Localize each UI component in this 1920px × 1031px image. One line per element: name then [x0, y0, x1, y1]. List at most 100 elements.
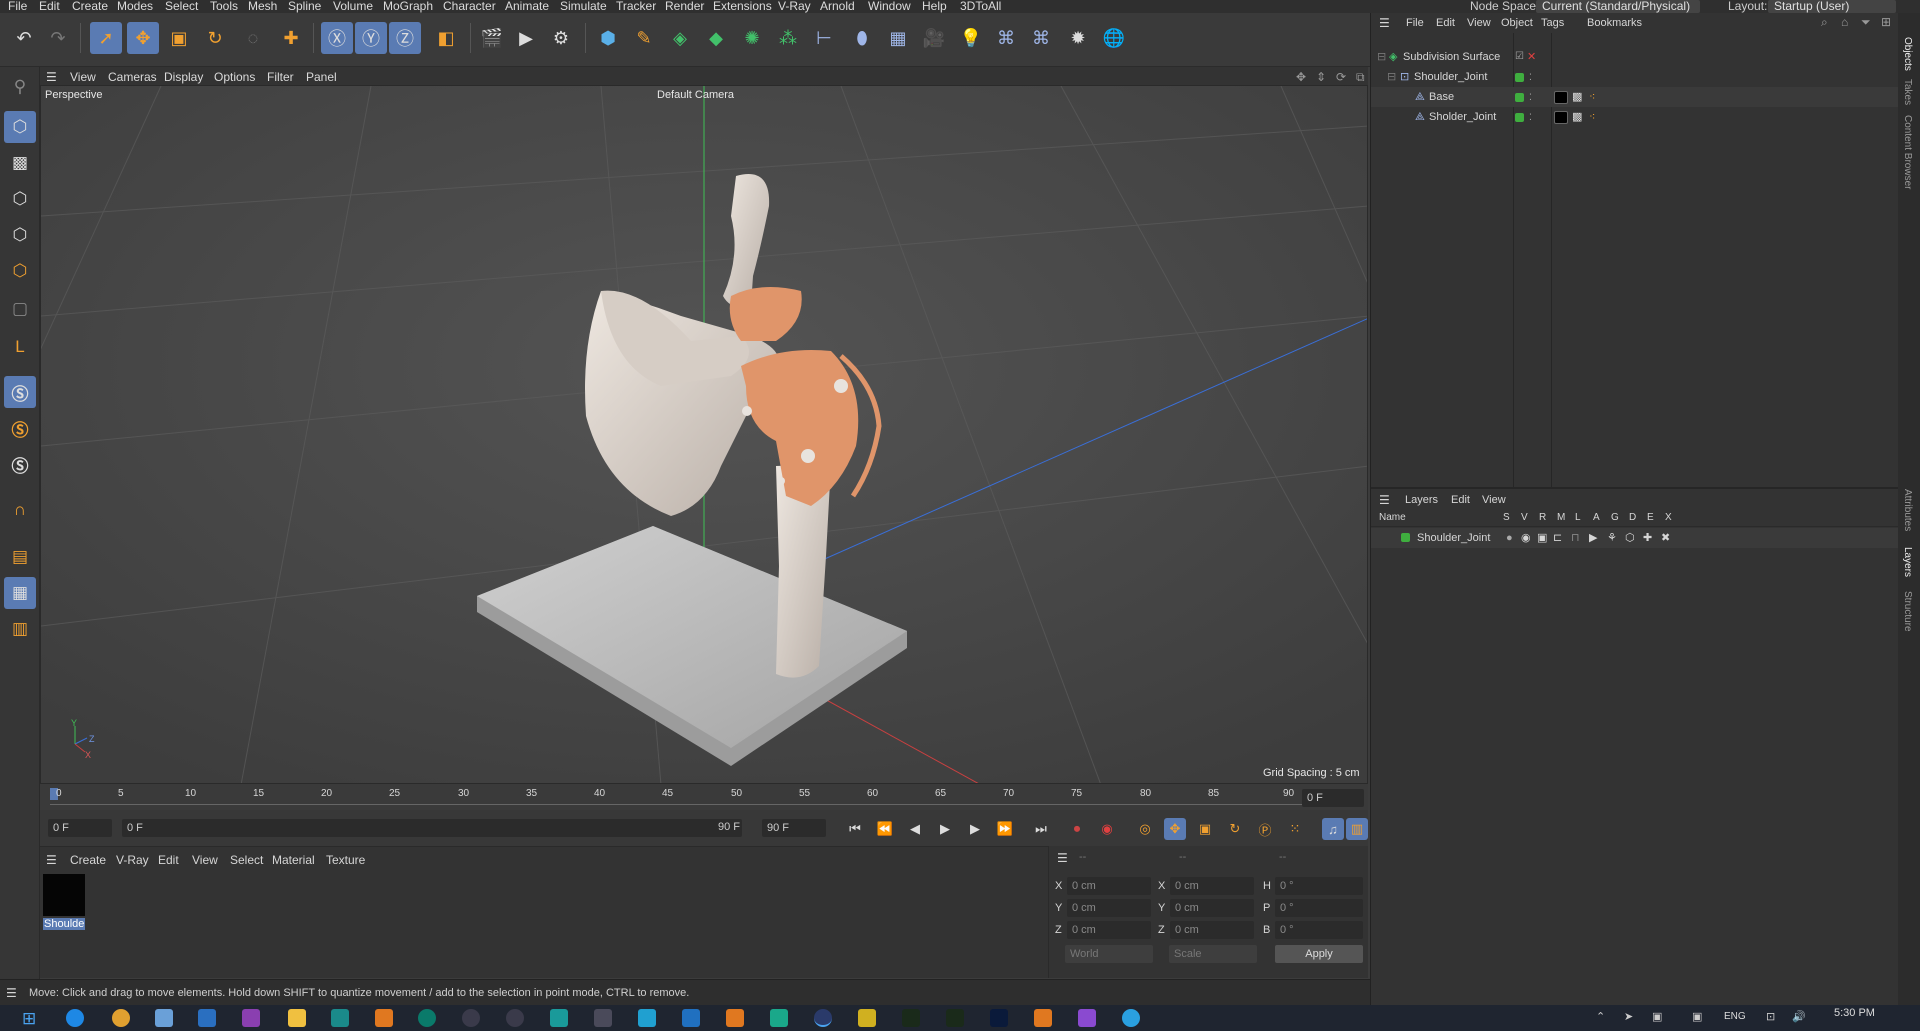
menu-tools[interactable]: Tools — [210, 0, 238, 12]
photoshop-icon[interactable] — [990, 1009, 1008, 1027]
layer-color-swatch[interactable] — [1401, 533, 1410, 542]
play-icon[interactable]: ▶ — [934, 818, 956, 840]
menu-arnold[interactable]: Arnold — [820, 0, 855, 12]
status-menu-icon[interactable]: ☰ — [6, 986, 17, 1000]
material-menu-view[interactable]: View — [192, 853, 218, 867]
menu-volume[interactable]: Volume — [333, 0, 373, 12]
visual-studio-icon[interactable] — [1078, 1009, 1096, 1027]
dimension-icon[interactable] — [946, 1009, 964, 1027]
snap-icon[interactable]: Ⓢ — [4, 376, 36, 408]
cinema4d-icon[interactable] — [506, 1009, 524, 1027]
frame-range-slider[interactable]: 0 F — [122, 819, 742, 837]
chrome-icon[interactable] — [112, 1009, 130, 1027]
axis-mode-icon[interactable]: L — [4, 331, 36, 363]
material-menu-icon[interactable]: ☰ — [46, 853, 57, 867]
clock[interactable]: 5:30 PM — [1834, 1007, 1875, 1019]
undo-icon[interactable]: ↶ — [8, 22, 40, 54]
menu-edit[interactable]: Edit — [39, 0, 60, 12]
field-icon[interactable]: ⬮ — [846, 22, 878, 54]
app-icon[interactable] — [418, 1009, 436, 1027]
coord-size-mode-dropdown[interactable]: Scale — [1169, 945, 1257, 963]
go-to-start-icon[interactable]: ⏮ — [844, 818, 866, 840]
object-name[interactable]: Base — [1429, 87, 1454, 107]
material-menu-create[interactable]: Create — [70, 853, 106, 867]
select-tool-icon[interactable]: ➚ — [90, 22, 122, 54]
subdivision-icon[interactable]: ◈ — [664, 22, 696, 54]
scale-tool-icon[interactable]: ▣ — [163, 22, 195, 54]
object-name[interactable]: Shoulder_Joint — [1414, 67, 1487, 87]
move-tool-icon[interactable]: ✥ — [127, 22, 159, 54]
menu-character[interactable]: Character — [443, 0, 496, 12]
obs-icon[interactable] — [462, 1009, 480, 1027]
layers-menu-icon[interactable]: ☰ — [1379, 493, 1390, 507]
timeline-ruler[interactable]: 0 5 10 15 20 25 30 35 40 45 50 55 60 65 … — [40, 784, 1368, 810]
coord-position-z[interactable]: 0 cm — [1067, 921, 1151, 939]
app-icon[interactable] — [638, 1009, 656, 1027]
autokey-icon[interactable]: ◉ — [1096, 818, 1118, 840]
3d-viewport[interactable]: Perspective Default Camera Grid Spacing … — [40, 85, 1368, 784]
redo-icon[interactable]: ↷ — [42, 22, 74, 54]
x-axis-icon[interactable]: Ⓧ — [321, 22, 353, 54]
layer-locked-icon[interactable]: ⊓ — [1571, 528, 1580, 548]
viewport-maximize-icon[interactable]: ⧉ — [1356, 70, 1365, 85]
viewport-menu-view[interactable]: View — [70, 70, 96, 84]
check-icon[interactable]: ☑ — [1515, 47, 1524, 67]
uv-mode-icon[interactable]: ▢ — [4, 293, 36, 325]
menu-mograph[interactable]: MoGraph — [383, 0, 433, 12]
visibility-dot[interactable] — [1515, 113, 1524, 122]
visibility-dot[interactable] — [1515, 93, 1524, 102]
volume-icon[interactable]: 🔊 — [1792, 1010, 1806, 1023]
blender-icon[interactable] — [726, 1009, 744, 1027]
coord-rotation-h[interactable]: 0 ° — [1275, 877, 1363, 895]
extrude-icon[interactable]: ◆ — [700, 22, 732, 54]
cube-icon[interactable]: ⬢ — [592, 22, 624, 54]
material-menu-vray[interactable]: V-Ray — [116, 853, 149, 867]
search-icon[interactable]: ⌕ — [1821, 15, 1828, 30]
camera-label[interactable]: Default Camera — [657, 89, 734, 101]
new-window-icon[interactable]: ⊞ — [1881, 15, 1891, 29]
material-name[interactable]: Shoulde — [43, 918, 86, 930]
motion-system-icon[interactable]: ♫ — [1322, 818, 1344, 840]
phong-tag-icon[interactable]: ⁖ — [1589, 107, 1595, 127]
objects-menu-tags[interactable]: Tags — [1541, 17, 1564, 29]
tray-app-icon[interactable]: ▣ — [1652, 1010, 1662, 1023]
material-menu-edit[interactable]: Edit — [158, 853, 179, 867]
tab-content-browser[interactable]: Content Browser — [1902, 115, 1913, 189]
phong-tag-icon[interactable]: ⁖ — [1589, 87, 1595, 107]
array-icon[interactable]: ⁂ — [772, 22, 804, 54]
layer-render-icon[interactable]: ▣ — [1537, 528, 1547, 548]
edge-browser-icon[interactable] — [66, 1009, 84, 1027]
rotate-tool-icon[interactable]: ↻ — [199, 22, 231, 54]
layer-generators-icon[interactable]: ⚘ — [1607, 528, 1617, 548]
layer-solo-icon[interactable]: ● — [1506, 528, 1513, 548]
object-row-shoulder-joint[interactable]: ⊟ ⊡ Shoulder_Joint ⁚ — [1371, 67, 1899, 87]
layer-xrefs-icon[interactable]: ✖ — [1661, 528, 1670, 548]
points-mode-icon[interactable]: ⬡ — [4, 183, 36, 215]
objects-menu-object[interactable]: Object — [1501, 17, 1533, 29]
layer-expressions-icon[interactable]: ✚ — [1643, 528, 1652, 548]
material-menu-texture[interactable]: Texture — [326, 853, 365, 867]
app-icon[interactable] — [331, 1009, 349, 1027]
vray-settings-icon[interactable]: ✹ — [1062, 22, 1094, 54]
menu-simulate[interactable]: Simulate — [560, 0, 607, 12]
menu-render[interactable]: Render — [665, 0, 704, 12]
quantize-icon[interactable]: Ⓢ — [4, 448, 36, 480]
coord-size-x[interactable]: 0 cm — [1170, 877, 1254, 895]
render-dots-icon[interactable]: ⁚ — [1529, 87, 1532, 107]
add-object-icon[interactable]: ✚ — [275, 22, 307, 54]
menu-extensions[interactable]: Extensions — [713, 0, 772, 12]
go-to-end-icon[interactable]: ⏭ — [1030, 818, 1052, 840]
polygons-mode-icon[interactable]: ⬡ — [4, 255, 36, 287]
texture-mode-icon[interactable]: ▩ — [4, 147, 36, 179]
menu-create[interactable]: Create — [72, 0, 108, 12]
material-tag-icon[interactable] — [1554, 111, 1568, 124]
menu-vray[interactable]: V-Ray — [778, 0, 811, 12]
key-scale-icon[interactable]: ▣ — [1194, 818, 1216, 840]
telegram-icon[interactable] — [1122, 1009, 1140, 1027]
mograph-cloner-icon[interactable]: ✺ — [736, 22, 768, 54]
layers-menu-view[interactable]: View — [1482, 494, 1506, 506]
disable-icon[interactable]: ✕ — [1527, 47, 1536, 67]
start-frame-field[interactable]: 0 F — [48, 819, 112, 837]
steam-icon[interactable] — [198, 1009, 216, 1027]
make-editable-icon[interactable]: ⚲ — [4, 71, 36, 103]
